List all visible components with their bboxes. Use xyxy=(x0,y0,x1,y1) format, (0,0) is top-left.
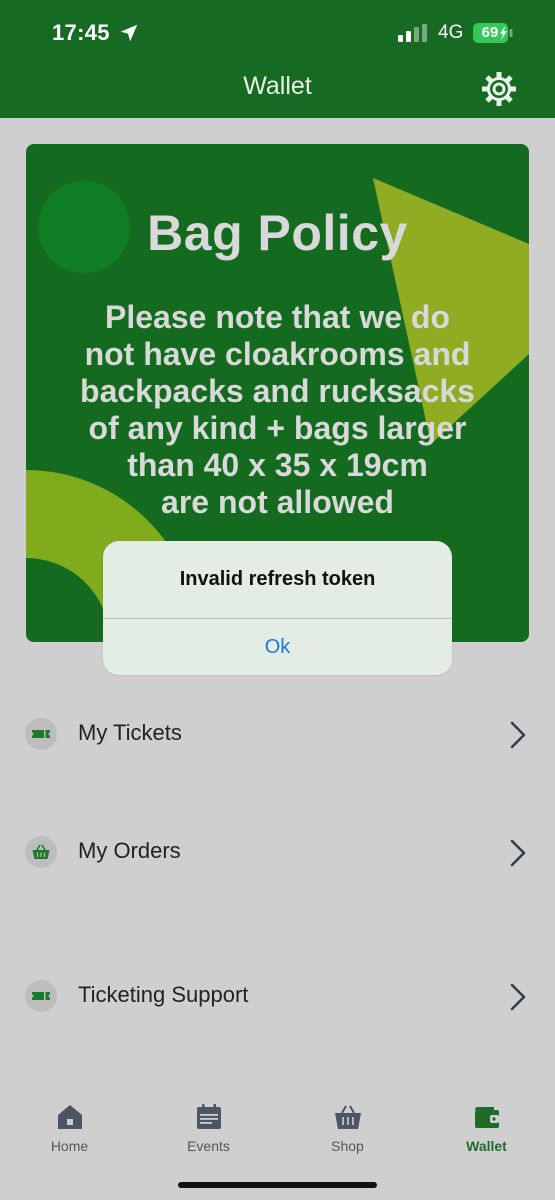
status-time: 17:45 xyxy=(52,20,110,45)
tab-label: Wallet xyxy=(466,1138,507,1154)
network-type: 4G xyxy=(438,22,464,43)
menu-item-my-tickets[interactable]: My Tickets xyxy=(0,702,555,766)
banner-line: Please note that we do xyxy=(105,299,450,335)
alert-ok-button[interactable]: Ok xyxy=(103,619,452,675)
battery-level: 69 xyxy=(481,24,499,41)
row-icon-bg xyxy=(25,836,57,868)
menu-item-ticketing-support[interactable]: Ticketing Support xyxy=(0,964,555,1028)
tab-events[interactable]: Events xyxy=(139,1092,278,1162)
chevron-right-icon xyxy=(510,721,526,749)
gear-icon[interactable] xyxy=(480,70,518,108)
banner-line: of any kind + bags larger xyxy=(88,410,467,446)
wallet-icon xyxy=(475,1107,499,1128)
row-icon-bg xyxy=(25,718,57,750)
basket-icon xyxy=(335,1105,361,1129)
tab-label: Shop xyxy=(331,1138,364,1154)
menu-item-label: My Tickets xyxy=(78,720,182,745)
signal-icon xyxy=(398,24,427,42)
banner-line: than 40 x 35 x 19cm xyxy=(127,447,428,483)
tab-label: Events xyxy=(187,1138,230,1154)
top-bar: 17:45 4G 69 Wallet xyxy=(0,0,555,118)
menu-item-label: My Orders xyxy=(78,838,181,863)
banner-line: not have cloakrooms and xyxy=(84,336,471,372)
tab-label: Home xyxy=(50,1138,89,1154)
banner-title: Bag Policy xyxy=(147,205,408,261)
ticket-icon xyxy=(32,730,50,738)
basket-icon xyxy=(32,844,50,859)
error-alert: Invalid refresh token Ok xyxy=(103,541,452,675)
banner-line: are not allowed xyxy=(161,484,394,520)
calendar-icon xyxy=(197,1104,221,1129)
menu-item-label: Ticketing Support xyxy=(78,982,249,1007)
home-icon xyxy=(58,1105,82,1129)
tab-home[interactable]: Home xyxy=(0,1092,139,1162)
banner-text: Please note that we do not have cloakroo… xyxy=(36,299,519,521)
banner-line: backpacks and rucksacks xyxy=(80,373,475,409)
row-icon-bg xyxy=(25,980,57,1012)
menu-item-my-orders[interactable]: My Orders xyxy=(0,820,555,884)
page-title: Wallet xyxy=(243,72,312,100)
chevron-right-icon xyxy=(510,983,526,1011)
home-indicator xyxy=(178,1182,377,1188)
tab-shop[interactable]: Shop xyxy=(278,1092,417,1162)
location-arrow-icon xyxy=(120,24,138,42)
alert-message: Invalid refresh token xyxy=(179,568,376,590)
ticket-icon xyxy=(32,992,50,1000)
chevron-right-icon xyxy=(510,839,526,867)
tab-wallet[interactable]: Wallet xyxy=(417,1092,555,1162)
